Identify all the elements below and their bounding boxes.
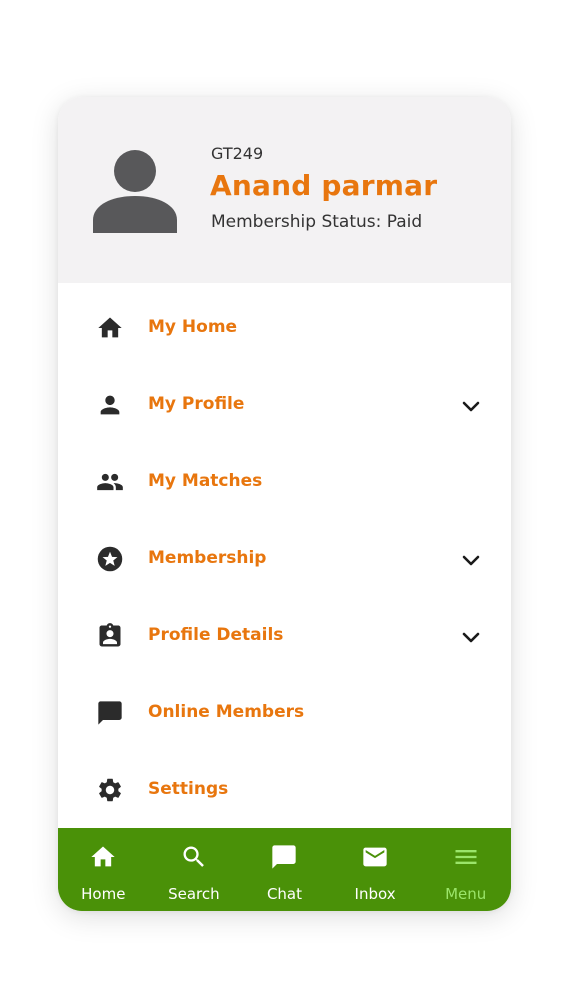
menu-item-label: My Matches bbox=[148, 471, 263, 491]
chevron-down-icon[interactable] bbox=[461, 553, 481, 569]
avatar[interactable] bbox=[92, 147, 178, 233]
home-icon bbox=[96, 314, 124, 342]
nav-tab-home[interactable]: Home bbox=[58, 828, 149, 911]
user-id: GT249 bbox=[211, 144, 264, 163]
menu-item-label: Membership bbox=[148, 548, 267, 568]
menu-item-my-home[interactable]: My Home bbox=[58, 283, 511, 360]
nav-tab-chat[interactable]: Chat bbox=[239, 828, 330, 911]
chat-bubble-icon bbox=[96, 699, 124, 727]
chevron-down-icon[interactable] bbox=[461, 630, 481, 646]
side-menu: My Home My Profile My Matches Membership bbox=[58, 283, 511, 822]
membership-status: Membership Status: Paid bbox=[211, 212, 423, 232]
menu-item-profile-details[interactable]: Profile Details bbox=[58, 591, 511, 668]
bottom-navigation: Home Search Chat Inbox Menu bbox=[58, 828, 511, 911]
menu-item-label: My Profile bbox=[148, 394, 245, 414]
nav-tab-search[interactable]: Search bbox=[149, 828, 240, 911]
gear-icon bbox=[96, 776, 124, 804]
people-icon bbox=[96, 468, 124, 496]
user-name: Anand parmar bbox=[210, 169, 438, 202]
menu-item-label: Online Members bbox=[148, 702, 305, 722]
nav-tab-label: Inbox bbox=[354, 885, 396, 903]
mail-icon bbox=[361, 843, 389, 871]
menu-item-membership[interactable]: Membership bbox=[58, 514, 511, 591]
star-circle-icon bbox=[96, 545, 124, 573]
nav-tab-label: Menu bbox=[445, 885, 487, 903]
chat-bubble-icon bbox=[270, 843, 298, 871]
nav-tab-label: Chat bbox=[266, 885, 303, 903]
home-icon bbox=[89, 843, 117, 871]
search-icon bbox=[180, 843, 208, 871]
menu-item-settings[interactable]: Settings bbox=[58, 745, 511, 822]
menu-item-label: Profile Details bbox=[148, 625, 284, 645]
menu-item-my-matches[interactable]: My Matches bbox=[58, 437, 511, 514]
person-icon bbox=[96, 391, 124, 419]
menu-item-my-profile[interactable]: My Profile bbox=[58, 360, 511, 437]
hamburger-icon bbox=[452, 843, 480, 871]
avatar-placeholder-icon bbox=[93, 150, 177, 233]
app-screen: GT249 Anand parmar Membership Status: Pa… bbox=[58, 97, 511, 911]
menu-item-label: Settings bbox=[148, 779, 229, 799]
chevron-down-icon[interactable] bbox=[461, 399, 481, 415]
menu-item-online-members[interactable]: Online Members bbox=[58, 668, 511, 745]
nav-tab-label: Search bbox=[168, 885, 220, 903]
nav-tab-label: Home bbox=[81, 885, 126, 903]
menu-item-label: My Home bbox=[148, 317, 238, 337]
nav-tab-menu[interactable]: Menu bbox=[420, 828, 511, 911]
nav-tab-inbox[interactable]: Inbox bbox=[330, 828, 421, 911]
clipboard-user-icon bbox=[96, 622, 124, 650]
profile-header: GT249 Anand parmar Membership Status: Pa… bbox=[58, 97, 511, 283]
